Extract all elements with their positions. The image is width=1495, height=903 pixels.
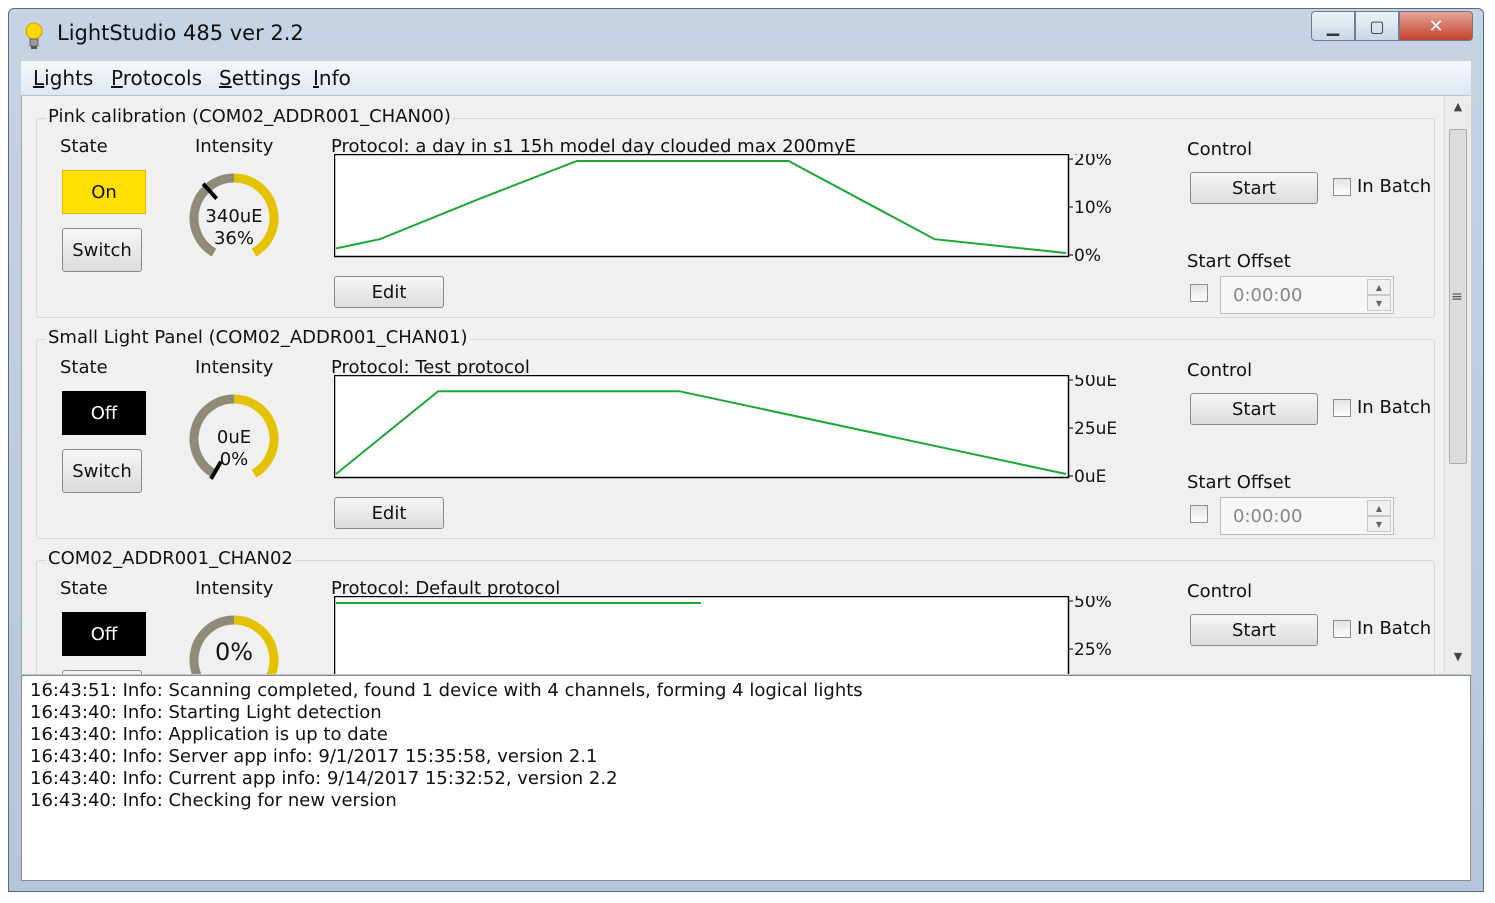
close-button[interactable]: ✕	[1399, 11, 1473, 41]
log-line: 16:43:40: Info: Current app info: 9/14/2…	[30, 768, 618, 789]
in-batch-label: In Batch	[1357, 176, 1432, 197]
chart-tick-label: 25%	[1074, 640, 1112, 660]
window-controls: ▁ ▢ ✕	[1311, 11, 1473, 43]
chart-tick-label: 0%	[1074, 246, 1101, 266]
menu-protocols[interactable]: Protocols	[111, 66, 202, 90]
scroll-up-icon[interactable]: ▲	[1445, 100, 1471, 122]
title-bar[interactable]: LightStudio 485 ver 2.2 ▁ ▢ ✕	[9, 9, 1483, 61]
control-label: Control	[1187, 360, 1253, 381]
in-batch-label: In Batch	[1357, 618, 1432, 639]
in-batch-checkbox[interactable]	[1333, 620, 1351, 638]
menu-info-label: nfo	[318, 66, 351, 90]
lightbulb-icon	[25, 22, 43, 49]
chart-tick-label: 0uE	[1074, 467, 1106, 487]
intensity-percent: 0%	[219, 449, 249, 470]
chart-tick-label: 10%	[1074, 198, 1112, 218]
switch-button[interactable]: Switch	[62, 228, 142, 272]
log-panel[interactable]: 16:43:51: Info: Scanning completed, foun…	[21, 675, 1471, 881]
light-title: Small Light Panel (COM02_ADDR001_CHAN01)	[46, 327, 470, 348]
intensity-percent: 0%	[214, 638, 254, 666]
log-line: 16:43:51: Info: Scanning completed, foun…	[30, 680, 863, 701]
state-indicator: On	[62, 170, 146, 214]
menu-protocols-accel: P	[111, 66, 123, 90]
menu-bar: Lights Protocols Settings Info	[21, 61, 1471, 96]
state-label: State	[60, 136, 108, 157]
log-line: 16:43:40: Info: Starting Light detection	[30, 702, 382, 723]
menu-settings[interactable]: Settings	[219, 66, 301, 90]
chart-tick-label: 20%	[1074, 154, 1112, 170]
state-label: State	[60, 578, 108, 599]
menu-lights-label: ights	[44, 66, 94, 90]
maximize-icon: ▢	[1369, 16, 1385, 36]
menu-lights-accel: L	[33, 66, 45, 90]
log-line: 16:43:40: Info: Application is up to dat…	[30, 724, 388, 745]
grip-icon: ≡	[1451, 289, 1463, 305]
in-batch-checkbox[interactable]	[1333, 399, 1351, 417]
start-offset-checkbox[interactable]	[1190, 505, 1208, 523]
start-offset-label: Start Offset	[1187, 251, 1291, 272]
chart-tick-label: 50%	[1074, 596, 1112, 612]
control-label: Control	[1187, 581, 1253, 602]
intensity-percent: 36%	[213, 228, 254, 249]
app-window: LightStudio 485 ver 2.2 ▁ ▢ ✕ Lights Pro…	[8, 8, 1484, 892]
light-title: COM02_ADDR001_CHAN02	[46, 548, 295, 569]
chart-plot-area	[334, 596, 1070, 674]
light-group: COM02_ADDR001_CHAN02 State Intensity Off…	[36, 548, 1436, 674]
start-button[interactable]: Start	[1190, 393, 1318, 425]
menu-settings-accel: S	[219, 66, 232, 90]
intensity-label: Intensity	[195, 578, 274, 599]
window-title: LightStudio 485 ver 2.2	[57, 21, 304, 45]
spin-up-icon[interactable]: ▲	[1367, 500, 1391, 516]
menu-protocols-label: rotocols	[122, 66, 203, 90]
log-line: 16:43:40: Info: Checking for new version	[30, 790, 397, 811]
spin-down-icon[interactable]: ▼	[1367, 516, 1391, 532]
protocol-chart: 50% 25%	[334, 596, 1112, 674]
start-offset-value: 0:00:00	[1233, 506, 1303, 527]
start-button[interactable]: Start	[1190, 172, 1318, 204]
switch-button[interactable]	[62, 670, 142, 674]
state-indicator: Off	[62, 612, 146, 656]
chart-tick-label: 50uE	[1074, 375, 1117, 391]
lights-panel: Pink calibration (COM02_ADDR001_CHAN00) …	[21, 96, 1471, 674]
log-line: 16:43:40: Info: Server app info: 9/1/201…	[30, 746, 598, 767]
start-offset-input[interactable]: 0:00:00 ▲ ▼	[1220, 497, 1394, 535]
minimize-icon: ▁	[1326, 16, 1340, 36]
edit-button[interactable]: Edit	[334, 276, 444, 308]
in-batch-label: In Batch	[1357, 397, 1432, 418]
chart-tick-label: 25uE	[1074, 419, 1117, 439]
protocol-chart: 20% 10% 0%	[334, 154, 1112, 266]
start-offset-checkbox[interactable]	[1190, 284, 1208, 302]
menu-info[interactable]: Info	[313, 66, 351, 90]
intensity-value: 340uE	[205, 206, 263, 227]
close-icon: ✕	[1428, 15, 1444, 37]
protocol-chart: 50uE 25uE 0uE	[334, 375, 1117, 487]
light-group: Small Light Panel (COM02_ADDR001_CHAN01)…	[36, 327, 1436, 542]
vertical-scrollbar[interactable]: ▲ ≡ ▼	[1444, 96, 1471, 674]
light-group: Pink calibration (COM02_ADDR001_CHAN00) …	[36, 106, 1436, 321]
control-label: Control	[1187, 139, 1253, 160]
menu-settings-label: ettings	[231, 66, 302, 90]
spin-up-icon[interactable]: ▲	[1367, 279, 1391, 295]
maximize-button[interactable]: ▢	[1355, 11, 1399, 41]
minimize-button[interactable]: ▁	[1311, 11, 1355, 41]
intensity-label: Intensity	[195, 357, 274, 378]
start-offset-label: Start Offset	[1187, 472, 1291, 493]
light-title: Pink calibration (COM02_ADDR001_CHAN00)	[46, 106, 453, 127]
start-offset-input[interactable]: 0:00:00 ▲ ▼	[1220, 276, 1394, 314]
state-indicator: Off	[62, 391, 146, 435]
intensity-label: Intensity	[195, 136, 274, 157]
edit-button[interactable]: Edit	[334, 497, 444, 529]
in-batch-checkbox[interactable]	[1333, 178, 1351, 196]
start-offset-value: 0:00:00	[1233, 285, 1303, 306]
start-button[interactable]: Start	[1190, 614, 1318, 646]
intensity-value: 0uE	[216, 427, 252, 448]
switch-button[interactable]: Switch	[62, 449, 142, 493]
scroll-down-icon[interactable]: ▼	[1445, 650, 1471, 672]
menu-lights[interactable]: Lights	[33, 66, 93, 90]
state-label: State	[60, 357, 108, 378]
spin-down-icon[interactable]: ▼	[1367, 295, 1391, 311]
